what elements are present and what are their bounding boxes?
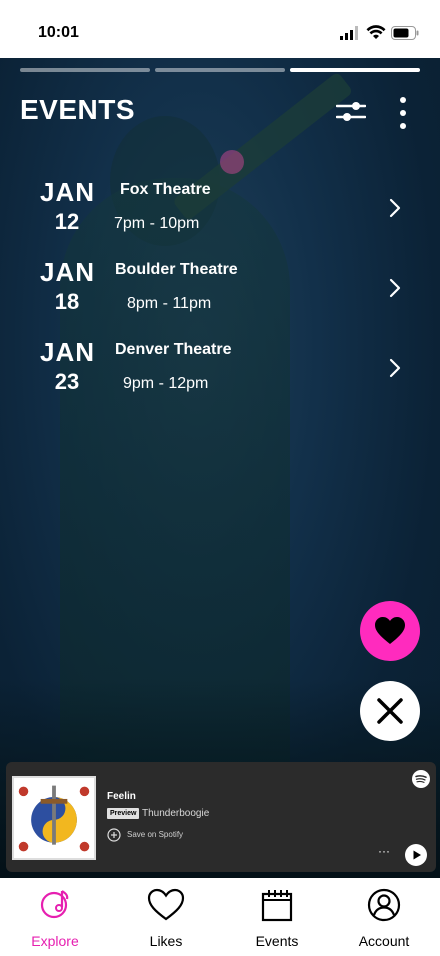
event-item[interactable]: JAN 18 Boulder Theatre 8pm - 11pm (0, 257, 440, 327)
chevron-right-icon[interactable] (388, 357, 402, 379)
event-month: JAN (40, 177, 96, 207)
explore-icon (40, 890, 69, 919)
nav-label: Explore (31, 933, 79, 949)
heart-icon (375, 617, 405, 644)
spotify-player[interactable]: Feelin Preview Thunderboogie Save on Spo… (6, 762, 436, 872)
heart-icon (147, 888, 185, 921)
story-progress-segment-1 (20, 68, 150, 72)
save-label: Save on Spotify (127, 830, 184, 839)
album-art[interactable] (12, 776, 96, 860)
nav-label: Account (358, 933, 410, 949)
filter-sliders-icon[interactable] (336, 100, 366, 124)
dismiss-button[interactable] (360, 681, 420, 741)
nav-likes[interactable]: Likes (116, 878, 216, 956)
event-venue: Boulder Theatre (115, 261, 238, 278)
signal-icon (340, 26, 358, 40)
close-icon (377, 698, 403, 724)
nav-label: Events (255, 933, 299, 949)
like-button[interactable] (360, 601, 420, 661)
story-progress-segment-3 (290, 68, 420, 72)
nav-explore[interactable]: Explore (5, 878, 105, 956)
status-bar: 10:01 (0, 0, 440, 58)
chevron-right-icon[interactable] (388, 197, 402, 219)
chevron-right-icon[interactable] (388, 277, 402, 299)
event-item[interactable]: JAN 12 Fox Theatre 7pm - 10pm (0, 177, 440, 247)
wifi-icon (366, 25, 386, 39)
track-title: Feelin (107, 791, 136, 802)
event-day: 23 (54, 369, 80, 394)
page-title: EVENTS (20, 94, 136, 125)
event-time: 9pm - 12pm (123, 375, 209, 392)
nav-label: Likes (149, 933, 183, 949)
account-icon (367, 888, 401, 922)
preview-badge: Preview (107, 808, 140, 819)
artist-name: Thunderboogie (142, 808, 210, 819)
calendar-icon (261, 890, 293, 922)
event-time: 8pm - 11pm (127, 295, 212, 312)
event-day: 18 (54, 289, 80, 314)
more-vertical-icon[interactable] (396, 96, 410, 130)
event-item[interactable]: JAN 23 Denver Theatre 9pm - 12pm (0, 337, 440, 407)
nav-events[interactable]: Events (227, 878, 327, 956)
battery-icon (391, 26, 419, 40)
event-month: JAN (40, 337, 96, 367)
status-time: 10:01 (38, 24, 79, 41)
event-venue: Denver Theatre (115, 341, 232, 358)
plus-circle-icon (107, 828, 121, 842)
event-month: JAN (40, 257, 96, 287)
story-progress-segment-2 (155, 68, 285, 72)
event-day: 12 (54, 209, 80, 234)
spotify-icon (412, 770, 430, 788)
more-options-button[interactable]: ··· (378, 844, 390, 858)
event-venue: Fox Theatre (120, 181, 211, 198)
bottom-nav: Explore Likes Events Account (0, 878, 440, 956)
event-time: 7pm - 10pm (114, 215, 200, 232)
nav-account[interactable]: Account (334, 878, 434, 956)
play-icon[interactable] (405, 844, 427, 866)
